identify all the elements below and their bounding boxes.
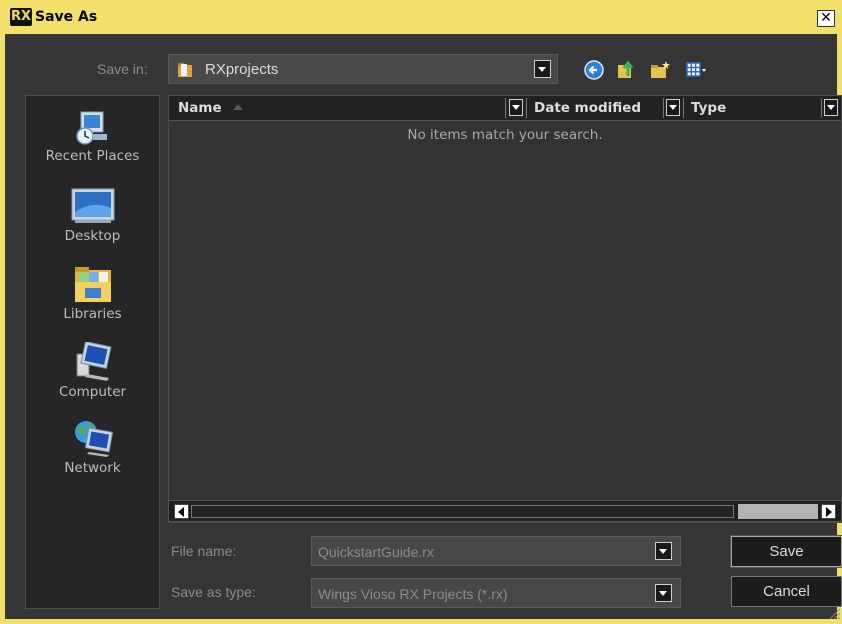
column-type[interactable]: Type — [691, 96, 726, 120]
network-icon — [74, 421, 113, 457]
save-in-label-text: Save in: — [97, 61, 148, 77]
column-separator[interactable] — [821, 98, 822, 118]
new-folder-icon[interactable] — [649, 59, 671, 81]
place-label-desktop: Desktop — [64, 228, 121, 244]
title-bar[interactable]: RX Save As ✕ — [5, 0, 837, 34]
back-icon[interactable] — [583, 59, 605, 81]
desktop-icon — [71, 188, 114, 223]
chevron-down-icon[interactable] — [655, 542, 672, 560]
file-name-field[interactable]: QuickstartGuide.rx — [311, 536, 681, 566]
places-bar: Recent Places Desktop Libraries Computer… — [25, 95, 160, 609]
save-as-dialog: RX Save As ✕ Save in: RXprojects Recent … — [0, 0, 842, 624]
file-list[interactable]: Name Date modified Type No items match y… — [168, 95, 842, 523]
recent-places-icon — [75, 111, 107, 145]
save-button[interactable]: Save — [730, 535, 842, 568]
place-network[interactable]: Network — [26, 418, 159, 476]
place-label-network: Network — [64, 460, 121, 476]
scroll-track[interactable] — [191, 505, 734, 518]
place-recent-places[interactable]: Recent Places — [26, 106, 159, 164]
column-separator[interactable] — [505, 98, 506, 118]
close-button[interactable]: ✕ — [817, 10, 835, 27]
type-filter-dropdown[interactable] — [824, 99, 838, 116]
save-in-dropdown[interactable]: RXprojects — [168, 54, 558, 84]
place-libraries[interactable]: Libraries — [26, 264, 159, 322]
save-as-type-value: Wings Vioso RX Projects (*.rx) — [318, 586, 508, 602]
save-as-type-select[interactable]: Wings Vioso RX Projects (*.rx) — [311, 578, 681, 608]
sort-up-icon — [233, 104, 243, 110]
save-as-type-label-text: Save as type: — [171, 584, 256, 600]
place-label-recent-places: Recent Places — [45, 148, 140, 164]
folder-icon — [178, 63, 192, 77]
chevron-down-icon[interactable] — [655, 584, 672, 602]
place-label-libraries: Libraries — [63, 306, 122, 322]
column-separator[interactable] — [683, 98, 684, 118]
empty-list-message: No items match your search. — [407, 127, 603, 143]
dialog-title: Save As — [35, 9, 98, 25]
scroll-right-icon[interactable] — [821, 504, 836, 519]
scroll-left-icon[interactable] — [174, 504, 189, 519]
place-computer[interactable]: Computer — [26, 342, 159, 400]
save-in-label: Save in: — [97, 61, 148, 77]
horizontal-scrollbar[interactable] — [168, 500, 842, 522]
views-menu-icon[interactable] — [685, 59, 707, 81]
scroll-thumb[interactable] — [738, 504, 818, 519]
column-date-modified[interactable]: Date modified — [534, 96, 641, 120]
name-filter-dropdown[interactable] — [509, 99, 523, 116]
chevron-down-icon[interactable] — [534, 60, 551, 78]
libraries-icon — [74, 267, 111, 302]
file-name-label: File name: — [171, 543, 236, 559]
up-folder-icon[interactable] — [615, 59, 637, 81]
save-as-type-label: Save as type: — [171, 584, 256, 600]
resize-grip-icon[interactable] — [829, 608, 841, 620]
file-name-value[interactable]: QuickstartGuide.rx — [318, 544, 434, 560]
column-name[interactable]: Name — [178, 96, 222, 120]
file-name-label-text: File name: — [171, 543, 237, 559]
column-separator[interactable] — [663, 98, 664, 118]
computer-icon — [76, 342, 112, 381]
place-desktop[interactable]: Desktop — [26, 186, 159, 244]
rx-logo-icon: RX — [10, 8, 32, 26]
column-separator[interactable] — [526, 98, 527, 118]
place-label-computer: Computer — [58, 384, 127, 400]
cancel-button[interactable]: Cancel — [731, 576, 842, 607]
save-in-value: RXprojects — [205, 61, 279, 78]
date-filter-dropdown[interactable] — [666, 99, 680, 116]
column-header-row: Name Date modified Type — [169, 96, 841, 121]
